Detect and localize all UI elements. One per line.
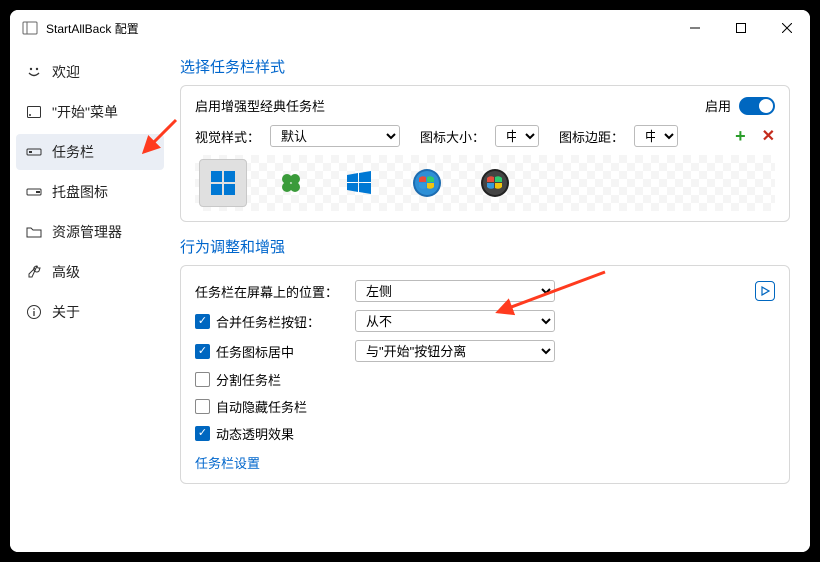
close-button[interactable] (764, 10, 810, 46)
center-label: 任务图标居中 (216, 342, 294, 361)
sidebar-item-about[interactable]: 关于 (16, 294, 164, 330)
sidebar-item-label: 欢迎 (52, 62, 80, 82)
visual-style-select[interactable]: 默认 (270, 125, 400, 147)
add-icon[interactable]: + (735, 126, 746, 147)
sidebar: 欢迎 "开始"菜单 任务栏 托盘图标 资源管理器 高级 (10, 46, 170, 552)
style-panel: 启用增强型经典任务栏 启用 视觉样式： 默认 图标大小： 中 图标边距： 中 + (180, 85, 790, 222)
maximize-button[interactable] (718, 10, 764, 46)
sidebar-item-explorer[interactable]: 资源管理器 (16, 214, 164, 250)
enable-classic-label: 启用增强型经典任务栏 (195, 96, 325, 115)
tray-icon (26, 184, 42, 200)
info-icon (26, 304, 42, 320)
sidebar-item-startmenu[interactable]: "开始"菜单 (16, 94, 164, 130)
autohide-label: 自动隐藏任务栏 (216, 397, 307, 416)
sidebar-item-label: 任务栏 (52, 142, 94, 162)
behavior-panel: 任务栏在屏幕上的位置： 左侧 合并任务栏按钮： 从不 任务图标居中 与"开始"按… (180, 265, 790, 484)
icon-margin-label: 图标边距： (559, 127, 624, 146)
minimize-button[interactable] (672, 10, 718, 46)
wrench-icon (26, 264, 42, 280)
enable-toggle[interactable] (739, 97, 775, 115)
titlebar: StartAllBack 配置 (10, 10, 810, 46)
taskbar-settings-link[interactable]: 任务栏设置 (195, 453, 260, 472)
section-title-behavior: 行为调整和增强 (180, 236, 790, 257)
start-icon-clover[interactable] (267, 159, 315, 207)
position-select[interactable]: 左侧 (355, 280, 555, 302)
position-label: 任务栏在屏幕上的位置： (195, 282, 338, 301)
start-icon-win10[interactable] (335, 159, 383, 207)
sidebar-item-label: 托盘图标 (52, 182, 108, 202)
section-title-style: 选择任务栏样式 (180, 56, 790, 77)
start-icon-win7-dark[interactable] (471, 159, 519, 207)
center-checkbox[interactable] (195, 344, 210, 359)
window-title: StartAllBack 配置 (46, 20, 672, 37)
sidebar-item-advanced[interactable]: 高级 (16, 254, 164, 290)
remove-icon[interactable]: ✕ (762, 126, 775, 146)
transparency-checkbox[interactable] (195, 426, 210, 441)
toggle-label: 启用 (705, 96, 731, 115)
sidebar-item-taskbar[interactable]: 任务栏 (16, 134, 164, 170)
window-icon (26, 104, 42, 120)
combine-select[interactable]: 从不 (355, 310, 555, 332)
start-icon-win11[interactable] (199, 159, 247, 207)
main-content: 选择任务栏样式 启用增强型经典任务栏 启用 视觉样式： 默认 图标大小： 中 图… (170, 46, 810, 552)
play-button[interactable] (755, 281, 775, 301)
sidebar-item-label: 高级 (52, 262, 80, 282)
transparency-label: 动态透明效果 (216, 424, 294, 443)
split-label: 分割任务栏 (216, 370, 281, 389)
visual-style-label: 视觉样式： (195, 127, 260, 146)
start-icon-win7-blue[interactable] (403, 159, 451, 207)
split-checkbox[interactable] (195, 372, 210, 387)
sidebar-item-welcome[interactable]: 欢迎 (16, 54, 164, 90)
autohide-checkbox[interactable] (195, 399, 210, 414)
icon-margin-select[interactable]: 中 (634, 125, 678, 147)
folder-icon (26, 224, 42, 240)
combine-checkbox[interactable] (195, 314, 210, 329)
sidebar-item-tray[interactable]: 托盘图标 (16, 174, 164, 210)
center-select[interactable]: 与"开始"按钮分离 (355, 340, 555, 362)
taskbar-icon (26, 144, 42, 160)
icon-size-select[interactable]: 中 (495, 125, 539, 147)
start-icon-row (195, 155, 775, 211)
sidebar-item-label: "开始"菜单 (52, 102, 118, 122)
sidebar-item-label: 资源管理器 (52, 222, 122, 242)
smile-icon (26, 64, 42, 80)
combine-label: 合并任务栏按钮： (216, 312, 320, 331)
sidebar-item-label: 关于 (52, 302, 80, 322)
icon-size-label: 图标大小： (420, 127, 485, 146)
app-icon (22, 20, 38, 36)
